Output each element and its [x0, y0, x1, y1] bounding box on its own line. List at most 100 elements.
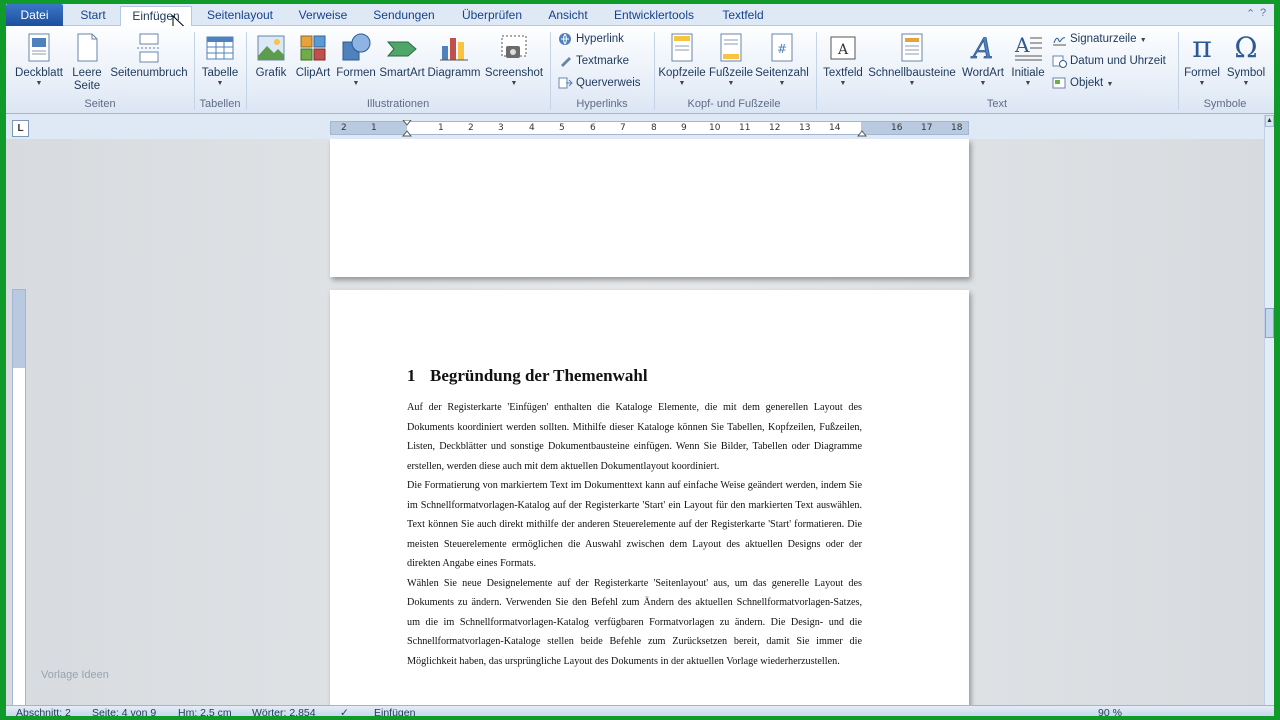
proofing-icon[interactable]: ✓ — [340, 706, 349, 716]
ruler-tick: 10 — [709, 123, 721, 133]
deckblatt-icon — [23, 32, 55, 64]
dropdown-arrow-icon: ▼ — [908, 80, 916, 87]
objekt-button[interactable]: Objekt ▼ — [1050, 74, 1113, 92]
heading-text: Begründung der Themenwahl — [430, 366, 648, 385]
paragraph-3: Wählen Sie neue Designelemente auf der R… — [407, 577, 862, 667]
vertical-ruler[interactable] — [12, 289, 26, 705]
textfeld-label: Textfeld — [823, 67, 863, 79]
leere-seite-button[interactable]: Leere Seite — [68, 32, 106, 93]
smartart-icon — [386, 32, 418, 64]
dropdown-arrow-icon: ▼ — [839, 80, 847, 87]
hyperlink-label: Hyperlink — [576, 33, 624, 45]
seitenumbruch-button[interactable]: Seitenumbruch — [108, 32, 190, 80]
tab-textfeld[interactable]: Textfeld — [710, 6, 776, 26]
ruler-tick: 3 — [498, 123, 504, 133]
ruler-tick: 6 — [590, 123, 596, 133]
dropdown-arrow-icon: ▼ — [1242, 80, 1250, 87]
tab-ansicht[interactable]: Ansicht — [538, 6, 598, 26]
screenshot-icon — [498, 32, 530, 64]
diagramm-button[interactable]: Diagramm — [426, 32, 482, 80]
tab-seitenlayout[interactable]: Seitenlayout — [196, 6, 284, 26]
fusszeile-icon — [715, 32, 747, 64]
signaturzeile-button[interactable]: Signaturzeile ▼ — [1050, 30, 1147, 48]
schnellbausteine-button[interactable]: Schnellbausteine ▼ — [866, 32, 958, 88]
status-position[interactable]: Hm: 2,5 cm — [178, 706, 232, 716]
datum-uhrzeit-button[interactable]: Datum und Uhrzeit — [1050, 52, 1166, 70]
ruler-tick: 4 — [529, 123, 535, 133]
formen-button[interactable]: Formen ▼ — [334, 32, 378, 88]
tab-start[interactable]: Start — [69, 6, 117, 26]
tab-ueberpruefen[interactable]: Überprüfen — [452, 6, 532, 26]
dropdown-arrow-icon: ▼ — [1139, 37, 1147, 44]
tab-verweise[interactable]: Verweise — [290, 6, 356, 26]
tab-selector-button[interactable]: L — [12, 120, 29, 137]
scrollbar-thumb[interactable] — [1265, 308, 1274, 338]
page-previous[interactable] — [330, 139, 969, 277]
indent-marker-icon[interactable] — [402, 120, 412, 138]
textmarke-label: Textmarke — [576, 55, 630, 67]
diagramm-icon — [438, 32, 470, 64]
pi-icon: π — [1192, 30, 1212, 65]
tabelle-button[interactable]: Tabelle ▼ — [198, 32, 242, 88]
group-label-symbole: Symbole — [1203, 98, 1247, 110]
tab-sendungen[interactable]: Sendungen — [362, 6, 446, 26]
seitenumbruch-icon — [133, 32, 165, 64]
screenshot-button[interactable]: Screenshot ▼ — [482, 32, 546, 88]
textfeld-button[interactable]: A Textfeld ▼ — [820, 32, 866, 88]
objekt-label: Objekt — [1070, 77, 1104, 89]
wordart-button[interactable]: A WordArt ▼ — [958, 32, 1008, 88]
clipart-label: ClipArt — [295, 67, 331, 79]
objekt-icon — [1052, 77, 1066, 89]
seitenzahl-label: Seitenzahl — [755, 67, 809, 79]
querverweis-button[interactable]: Querverweis — [556, 74, 641, 92]
group-separator — [654, 32, 655, 110]
kopfzeile-button[interactable]: Kopfzeile ▼ — [656, 32, 708, 88]
smartart-button[interactable]: SmartArt — [378, 32, 426, 80]
minimize-ribbon-icon[interactable]: ⌃ — [1246, 7, 1255, 20]
grafik-label: Grafik — [255, 67, 287, 79]
formel-label: Formel — [1184, 67, 1220, 79]
fusszeile-button[interactable]: Fußzeile ▼ — [708, 32, 754, 88]
dropdown-arrow-icon: ▼ — [1106, 81, 1114, 88]
body-text[interactable]: Auf der Registerkarte 'Einfügen' enthalt… — [407, 398, 862, 671]
status-modus[interactable]: Einfügen — [374, 706, 415, 716]
initiale-button[interactable]: A Initiale ▼ — [1008, 32, 1048, 88]
right-indent-marker-icon[interactable] — [857, 125, 867, 137]
ruler-tick: 2 — [341, 123, 347, 133]
ruler-tick: 7 — [620, 123, 626, 133]
watermark-text: Vorlage Ideen — [41, 669, 109, 681]
vertical-scrollbar[interactable]: ▲ — [1264, 115, 1274, 705]
dropdown-arrow-icon: ▼ — [510, 80, 518, 87]
dropdown-arrow-icon: ▼ — [778, 80, 786, 87]
group-separator — [246, 32, 247, 110]
page-current[interactable]: 1 Begründung der Themenwahl Auf der Regis… — [330, 290, 969, 705]
formel-button[interactable]: π Formel ▼ — [1182, 32, 1222, 88]
scroll-up-icon[interactable]: ▲ — [1265, 115, 1274, 127]
ruler-top-margin — [13, 290, 25, 368]
group-label-kopf-fusszeile: Kopf- und Fußzeile — [687, 98, 781, 110]
tab-entwicklertools[interactable]: Entwicklertools — [606, 6, 702, 26]
heading-1[interactable]: 1 Begründung der Themenwahl — [407, 366, 648, 386]
svg-text:A: A — [1014, 33, 1030, 57]
seitenzahl-button[interactable]: # Seitenzahl ▼ — [754, 32, 810, 88]
dropdown-arrow-icon: ▼ — [979, 80, 987, 87]
status-woerter[interactable]: Wörter: 2.854 — [252, 706, 316, 716]
dropdown-arrow-icon: ▼ — [35, 80, 43, 87]
status-abschnitt[interactable]: Abschnitt: 2 — [16, 706, 71, 716]
status-zoom[interactable]: 90 % — [1098, 706, 1122, 716]
hyperlink-button[interactable]: Hyperlink — [556, 30, 624, 48]
tab-datei[interactable]: Datei — [6, 4, 63, 26]
calendar-clock-icon — [1052, 55, 1067, 68]
help-icon[interactable]: ? — [1260, 7, 1266, 19]
clipart-button[interactable]: ClipArt — [292, 32, 334, 80]
group-label-text: Text — [986, 98, 1008, 110]
kopfzeile-icon — [666, 32, 698, 64]
status-seite[interactable]: Seite: 4 von 9 — [92, 706, 156, 716]
grafik-button[interactable]: Grafik — [250, 32, 292, 80]
textmarke-button[interactable]: Textmarke — [556, 52, 629, 70]
group-label-illustrationen: Illustrationen — [366, 98, 430, 110]
horizontal-ruler[interactable]: 2 1 1 2 3 4 5 6 7 8 9 10 11 12 13 14 16 … — [330, 120, 969, 138]
symbol-button[interactable]: Ω Symbol ▼ — [1224, 32, 1268, 88]
dropdown-arrow-icon: ▼ — [352, 80, 360, 87]
deckblatt-button[interactable]: Deckblatt ▼ — [10, 32, 68, 88]
